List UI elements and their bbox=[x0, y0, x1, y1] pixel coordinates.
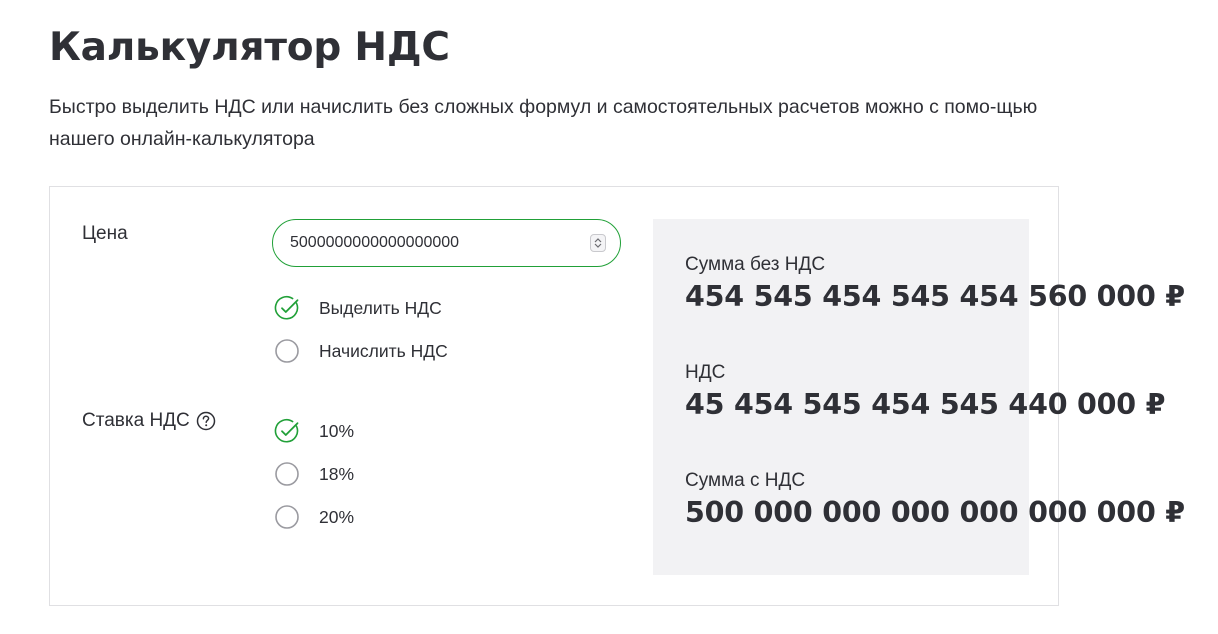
radio-checked-icon[interactable] bbox=[274, 295, 300, 321]
result-value: 454 545 454 545 454 560 000 ₽ bbox=[685, 280, 1185, 313]
radio-checked-icon[interactable] bbox=[274, 418, 300, 444]
page-title: Калькулятор НДС bbox=[49, 25, 450, 70]
rate-option-20[interactable]: 20% bbox=[274, 504, 354, 530]
number-stepper-icon[interactable] bbox=[590, 234, 606, 252]
result-value: 45 454 545 454 545 440 000 ₽ bbox=[685, 388, 1166, 421]
result-value: 500 000 000 000 000 000 000 ₽ bbox=[685, 496, 1185, 529]
rate-option-label: 18% bbox=[319, 464, 355, 484]
vat-rate-label-text: Ставка НДС bbox=[82, 410, 190, 431]
mode-option-extract-vat[interactable]: Выделить НДС bbox=[274, 295, 442, 321]
price-input[interactable] bbox=[290, 234, 590, 252]
vat-rate-label: Ставка НДС bbox=[82, 409, 216, 433]
rate-option-label: 10% bbox=[319, 421, 355, 441]
rate-option-label: 20% bbox=[319, 507, 355, 527]
radio-unchecked-icon[interactable] bbox=[274, 338, 300, 364]
radio-unchecked-icon[interactable] bbox=[274, 461, 300, 487]
result-label: НДС bbox=[685, 362, 726, 383]
rate-option-18[interactable]: 18% bbox=[274, 461, 354, 487]
result-label: Сумма без НДС bbox=[685, 254, 826, 275]
result-without-vat: Сумма без НДС 454 545 454 545 454 560 00… bbox=[685, 253, 1185, 315]
result-with-vat: Сумма с НДС 500 000 000 000 000 000 000 … bbox=[685, 469, 1185, 531]
result-label: Сумма с НДС bbox=[685, 470, 806, 491]
mode-option-label: Начислить НДС bbox=[319, 341, 448, 361]
mode-option-add-vat[interactable]: Начислить НДС bbox=[274, 338, 448, 364]
results-panel: Сумма без НДС 454 545 454 545 454 560 00… bbox=[653, 219, 1185, 575]
vat-calculator-page: Калькулятор НДС Быстро выделить НДС или … bbox=[0, 0, 1218, 634]
question-circle-icon[interactable] bbox=[196, 411, 216, 431]
page-subtitle: Быстро выделить НДС или начислить без сл… bbox=[49, 96, 1038, 150]
radio-unchecked-icon[interactable] bbox=[274, 504, 300, 530]
calculator-card: Цена Выделить НДС bbox=[49, 186, 1185, 606]
mode-option-label: Выделить НДС bbox=[319, 298, 442, 318]
result-vat: НДС 45 454 545 454 545 440 000 ₽ bbox=[685, 361, 1165, 423]
price-field[interactable] bbox=[272, 219, 621, 267]
price-label: Цена bbox=[82, 223, 128, 244]
rate-option-10[interactable]: 10% bbox=[274, 418, 354, 444]
